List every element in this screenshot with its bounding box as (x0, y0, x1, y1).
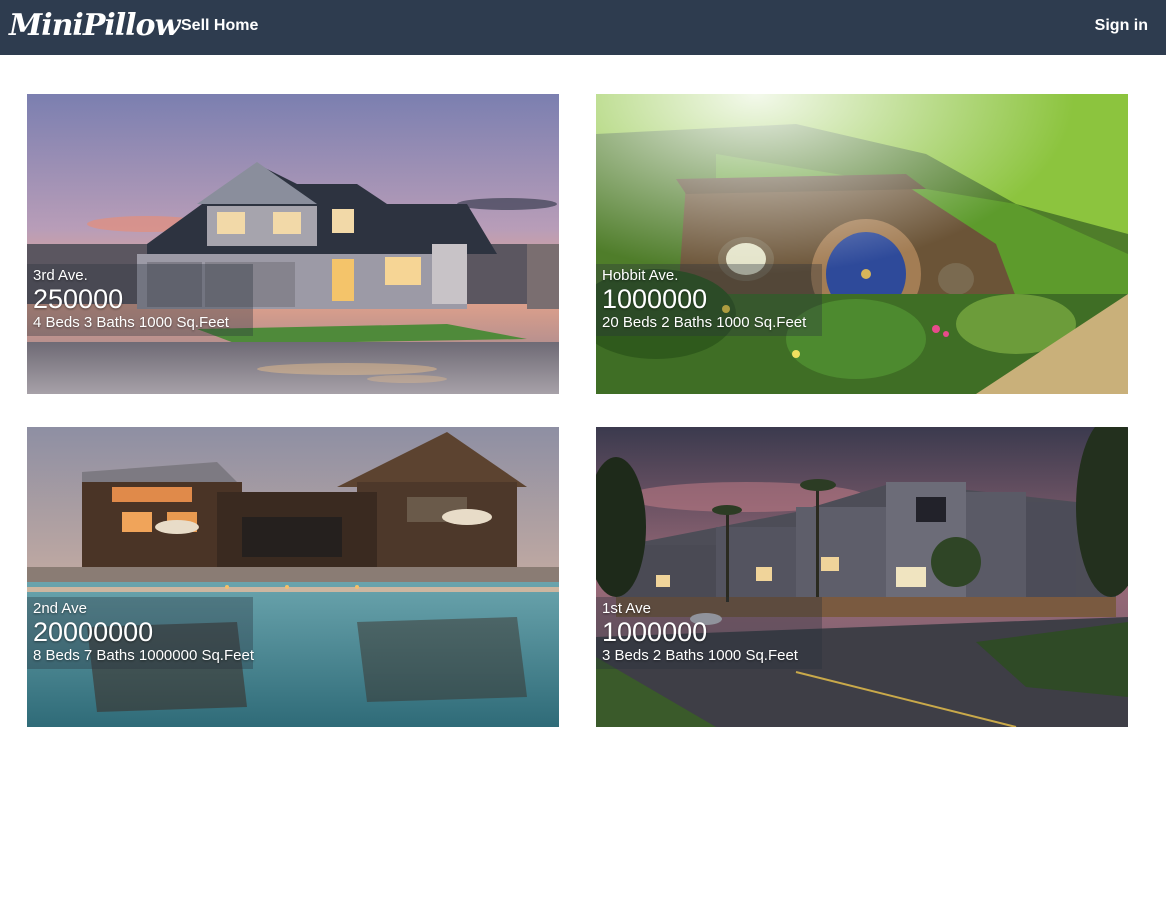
listing-details: 3 Beds 2 Baths 1000 Sq.Feet (602, 647, 798, 664)
listing-price: 20000000 (33, 617, 154, 647)
listing-card[interactable]: 2nd Ave 20000000 8 Beds 7 Baths 1000000 … (27, 427, 559, 727)
listing-caption: 2nd Ave 20000000 8 Beds 7 Baths 1000000 … (33, 600, 254, 664)
lodge-pool-photo (27, 427, 559, 727)
listing-card[interactable]: Hobbit Ave. 1000000 20 Beds 2 Baths 1000… (596, 94, 1128, 394)
listing-price: 1000000 (602, 617, 708, 647)
suburban-house-photo (27, 94, 559, 394)
top-navbar: MiniPillow Sell Home Sign in (0, 0, 1166, 55)
listing-details: 4 Beds 3 Baths 1000 Sq.Feet (33, 314, 229, 331)
listing-street: 3rd Ave. (33, 267, 88, 284)
hobbit-hole-photo (596, 94, 1128, 394)
listing-details: 20 Beds 2 Baths 1000 Sq.Feet (602, 314, 807, 331)
listing-street: 1st Ave (602, 600, 651, 617)
sell-home-link[interactable]: Sell Home (181, 16, 258, 36)
minipillow-logo[interactable]: MiniPillow (9, 6, 180, 46)
sign-in-link[interactable]: Sign in (1095, 16, 1148, 36)
listing-caption: Hobbit Ave. 1000000 20 Beds 2 Baths 1000… (602, 267, 806, 331)
listing-price: 250000 (33, 284, 124, 314)
listing-card[interactable]: 1st Ave 1000000 3 Beds 2 Baths 1000 Sq.F… (596, 427, 1128, 727)
listing-caption: 1st Ave 1000000 3 Beds 2 Baths 1000 Sq.F… (602, 600, 798, 664)
listing-caption: 3rd Ave. 250000 4 Beds 3 Baths 1000 Sq.F… (33, 267, 229, 331)
listing-street: Hobbit Ave. (602, 267, 679, 284)
townhouses-photo (596, 427, 1128, 727)
listing-price: 1000000 (602, 284, 708, 314)
listing-card[interactable]: 3rd Ave. 250000 4 Beds 3 Baths 1000 Sq.F… (27, 94, 559, 394)
listing-street: 2nd Ave (33, 600, 87, 617)
listing-details: 8 Beds 7 Baths 1000000 Sq.Feet (33, 647, 254, 664)
